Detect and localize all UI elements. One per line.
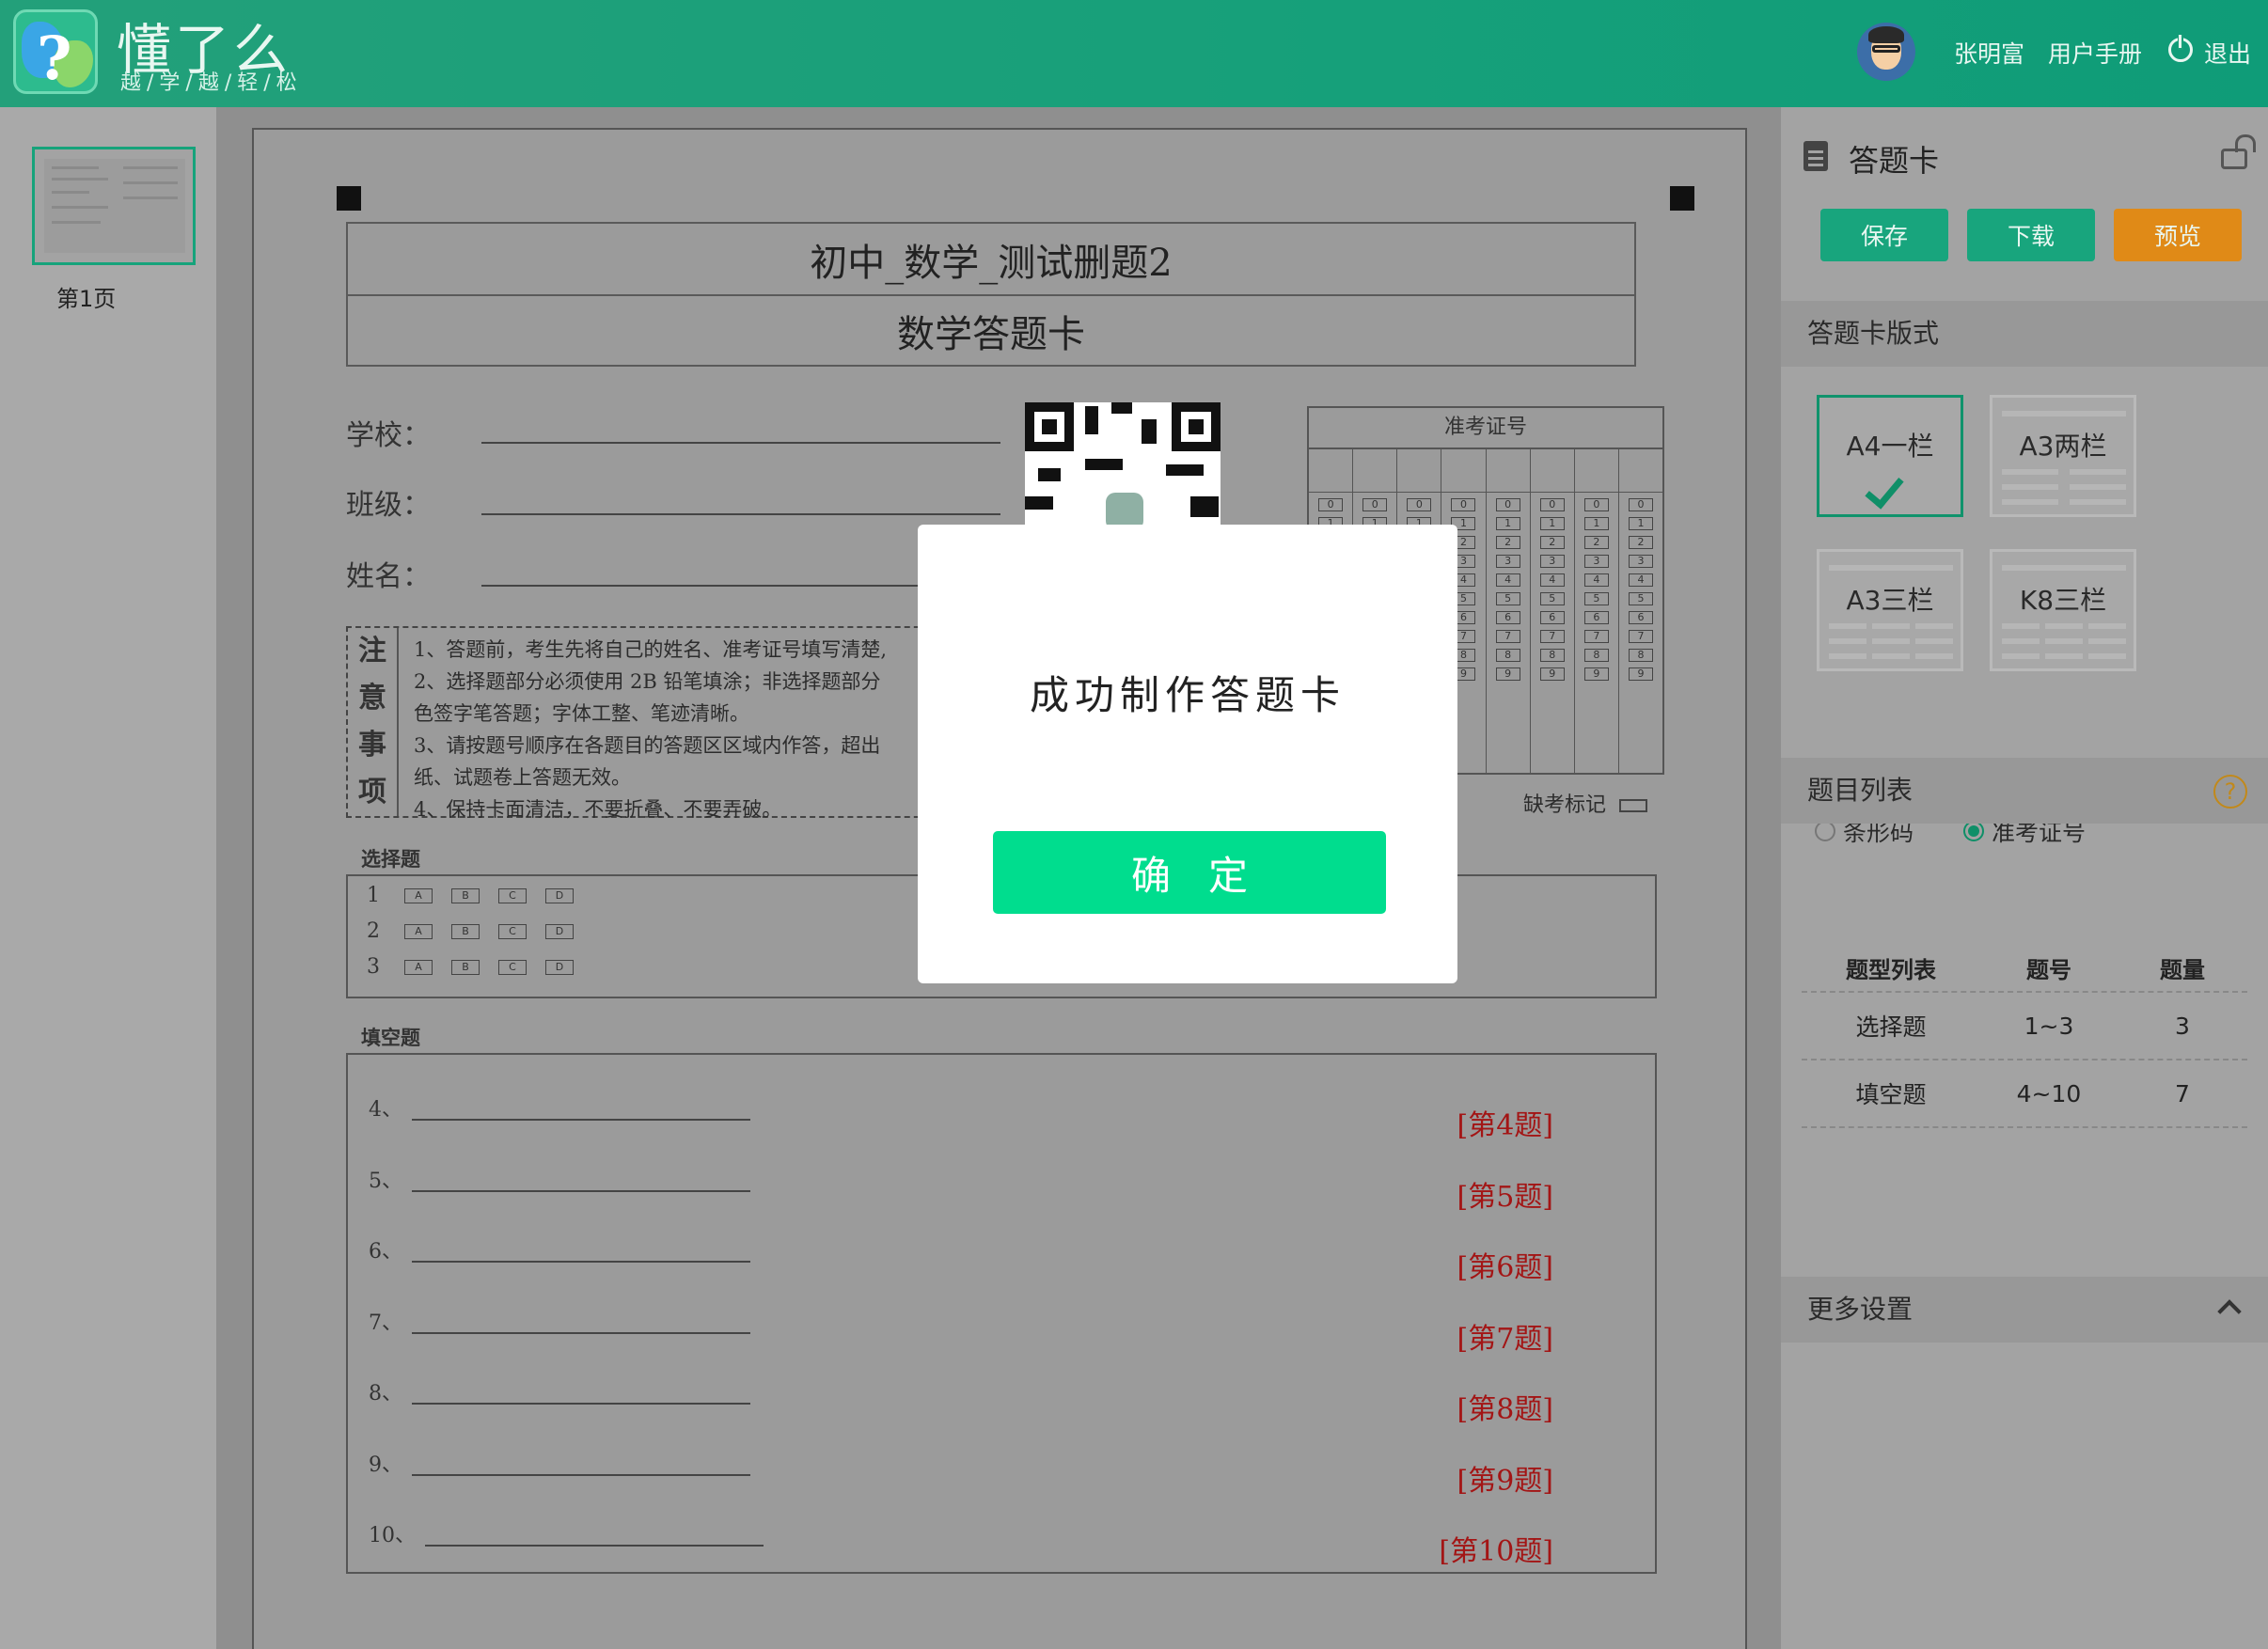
dialog-message: 成功制作答题卡 xyxy=(1029,672,1346,718)
confirm-button[interactable]: 确定 xyxy=(993,831,1386,914)
success-dialog: 成功制作答题卡 确定 xyxy=(918,525,1457,983)
modal-overlay: 成功制作答题卡 确定 xyxy=(0,0,2268,1649)
